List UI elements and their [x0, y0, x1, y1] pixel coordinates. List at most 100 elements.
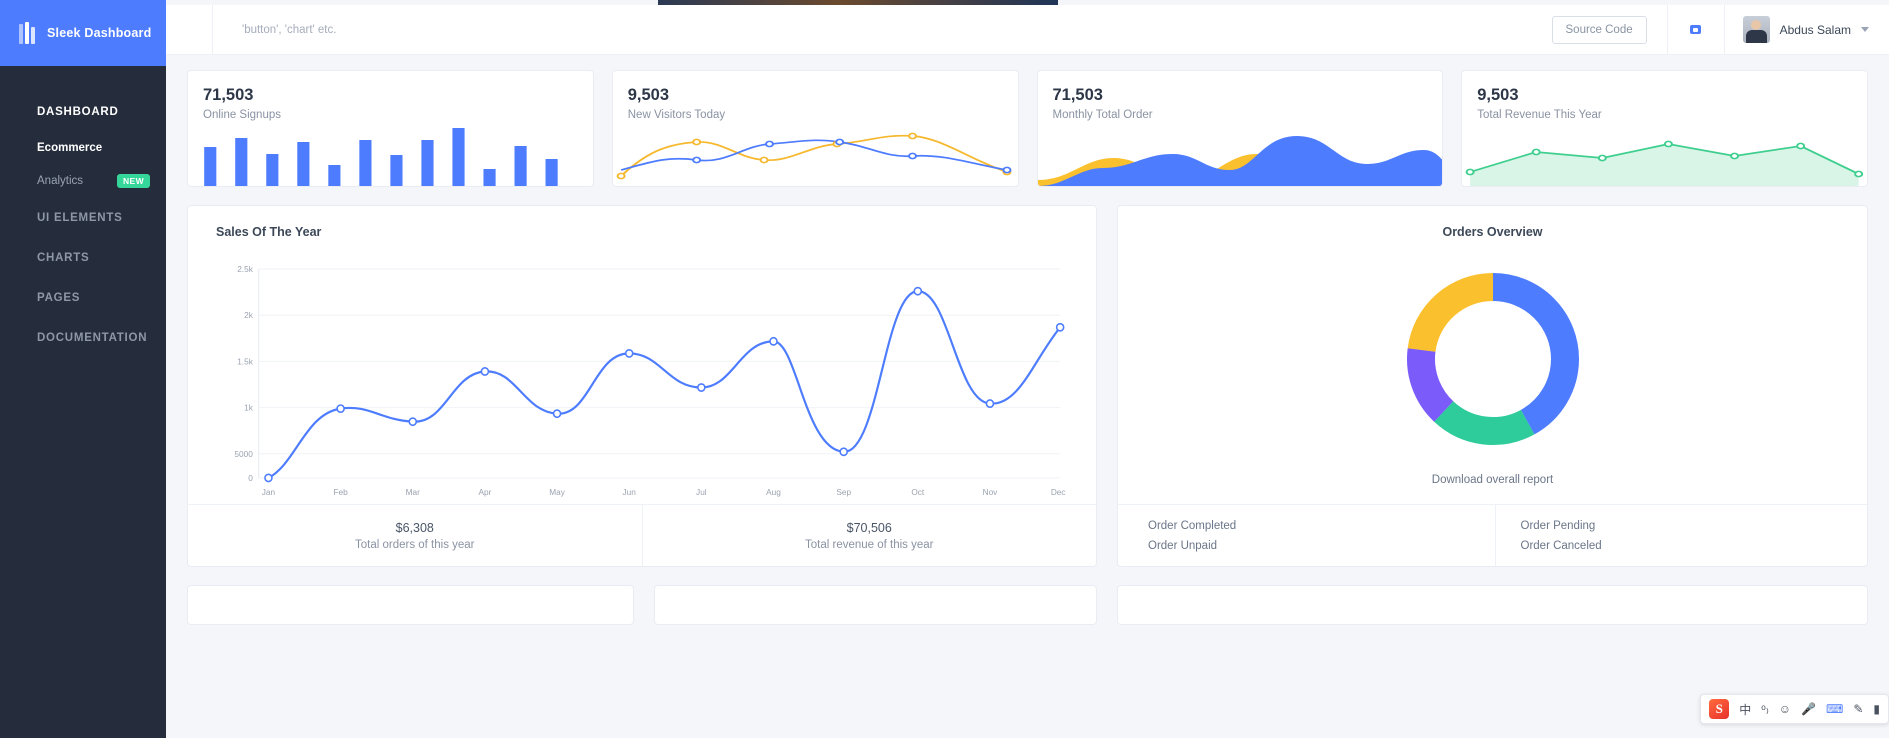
sales-footer: $6,308 Total orders of this year $70,506…: [188, 504, 1096, 566]
page-content: 71,503 Online Signups 9,503 New Visitors…: [166, 55, 1889, 738]
total-revenue-value: $70,506: [846, 520, 892, 535]
svg-text:Jul: Jul: [696, 487, 707, 497]
svg-text:Sep: Sep: [836, 487, 851, 497]
stat-card-monthly-order: 71,503 Monthly Total Order: [1036, 70, 1444, 187]
ime-punctuation-icon[interactable]: ᵒ₎: [1761, 702, 1768, 716]
stat-card-total-revenue: 9,503 Total Revenue This Year: [1461, 70, 1868, 187]
stat-cards-row: 71,503 Online Signups 9,503 New Visitors…: [187, 70, 1868, 187]
total-orders-cell: $6,308 Total orders of this year: [188, 505, 642, 566]
sogou-logo-icon[interactable]: S: [1709, 699, 1730, 719]
sidebar-section-documentation[interactable]: DOCUMENTATION: [0, 318, 166, 358]
bars-logo-icon: [19, 22, 35, 44]
sales-of-the-year-card: Sales Of The Year 2.5k 2k 1.5k 1k 5000 0…: [187, 205, 1097, 567]
dashboard-app: Sleek Dashboard DASHBOARD Ecommerce Anal…: [0, 0, 1889, 738]
ime-toolbar[interactable]: S 中 ᵒ₎ ☺ 🎤 ⌨ ✎ ▮: [1700, 694, 1889, 724]
revenue-area-chart: [1462, 124, 1867, 186]
sales-card-title: Sales Of The Year: [216, 225, 322, 239]
brand-title: Sleek Dashboard: [47, 26, 152, 40]
top-header: Source Code Abdus Salam: [166, 5, 1889, 55]
search-area: [213, 5, 1552, 54]
main-area: Source Code Abdus Salam 71,503 Online Si…: [166, 0, 1889, 738]
sidebar-item-label: Analytics: [37, 175, 84, 187]
message-icon: [1690, 25, 1702, 34]
total-revenue-label: Total revenue of this year: [805, 538, 934, 551]
sidebar-section-ui-elements[interactable]: UI ELEMENTS: [0, 198, 166, 238]
chevron-down-icon: [1861, 27, 1869, 32]
download-report-link[interactable]: Download overall report: [1118, 474, 1867, 504]
svg-text:Mar: Mar: [406, 487, 420, 497]
sidebar-item-label: Ecommerce: [37, 142, 103, 154]
visitors-line-chart: [613, 124, 1018, 186]
ime-keyboard-icon[interactable]: ⌨: [1826, 702, 1843, 716]
messages-button[interactable]: [1666, 5, 1725, 54]
ime-emoji-icon[interactable]: ☺: [1779, 702, 1791, 716]
bottom-card-2: [654, 585, 1097, 625]
svg-text:Feb: Feb: [333, 487, 348, 497]
orders-legend-right: Order Pending Order Canceled: [1494, 505, 1868, 566]
stat-card-online-signups: 71,503 Online Signups: [187, 70, 594, 187]
stat-card-new-visitors: 9,503 New Visitors Today: [611, 70, 1019, 187]
stat-label: Online Signups: [203, 108, 281, 121]
bottom-row: [187, 585, 1868, 625]
user-name: Abdus Salam: [1779, 22, 1851, 37]
sidebar-nav: DASHBOARD Ecommerce Analytics NEW UI ELE…: [0, 66, 166, 358]
total-orders-label: Total orders of this year: [354, 538, 475, 551]
legend-order-pending: Order Pending: [1520, 520, 1596, 532]
svg-text:0: 0: [248, 473, 253, 483]
stat-value: 9,503: [1477, 86, 1519, 104]
sales-line-chart: 2.5k 2k 1.5k 1k 5000 0 Jan Feb Mar Apr M…: [188, 239, 1096, 504]
svg-text:Jan: Jan: [262, 487, 276, 497]
ime-handwriting-icon[interactable]: ✎: [1853, 702, 1863, 716]
legend-order-canceled: Order Canceled: [1520, 539, 1602, 552]
svg-text:1.5k: 1.5k: [237, 356, 253, 366]
ime-microphone-icon[interactable]: 🎤: [1801, 702, 1816, 716]
stat-value: 71,503: [1052, 86, 1103, 104]
orders-area-chart: [1037, 124, 1443, 186]
search-input[interactable]: [242, 23, 662, 36]
svg-text:Oct: Oct: [911, 487, 925, 497]
svg-text:Jun: Jun: [623, 487, 637, 497]
user-menu[interactable]: Abdus Salam: [1725, 5, 1889, 54]
svg-text:2k: 2k: [244, 310, 254, 320]
source-code-cell: Source Code: [1551, 5, 1667, 54]
sidebar-section-dashboard[interactable]: DASHBOARD: [0, 92, 166, 132]
middle-row: Sales Of The Year 2.5k 2k 1.5k 1k 5000 0…: [187, 205, 1868, 567]
svg-text:Dec: Dec: [1051, 487, 1066, 497]
svg-text:Nov: Nov: [983, 487, 999, 497]
orders-card-title: Orders Overview: [1442, 225, 1543, 239]
svg-text:5000: 5000: [234, 449, 253, 459]
sidebar-item-ecommerce[interactable]: Ecommerce: [0, 132, 166, 164]
orders-donut-chart: [1118, 239, 1867, 474]
ime-toolbox-icon[interactable]: ▮: [1873, 702, 1880, 716]
sidebar-section-pages[interactable]: PAGES: [0, 278, 166, 318]
legend-order-completed: Order Completed: [1148, 520, 1237, 532]
orders-legend-left: Order Completed Order Unpaid: [1118, 505, 1495, 566]
ime-language-icon[interactable]: 中: [1739, 701, 1751, 718]
new-badge: NEW: [116, 174, 150, 188]
bottom-card-1: [187, 585, 634, 625]
total-revenue-cell: $70,506 Total revenue of this year: [641, 505, 1097, 566]
total-orders-value: $6,308: [395, 520, 434, 535]
top-banner-strip: [166, 0, 1889, 5]
orders-footer: Order Completed Order Unpaid Order Pendi…: [1118, 504, 1867, 566]
source-code-button[interactable]: Source Code: [1551, 15, 1647, 44]
orders-overview-card: Orders Overview Download overall report …: [1117, 205, 1868, 567]
stat-label: New Visitors Today: [627, 108, 726, 121]
stat-value: 9,503: [627, 86, 670, 104]
svg-text:Apr: Apr: [478, 487, 491, 497]
avatar: [1742, 16, 1770, 43]
svg-text:2.5k: 2.5k: [237, 264, 253, 274]
svg-text:May: May: [549, 487, 565, 497]
legend-order-unpaid: Order Unpaid: [1148, 539, 1218, 552]
brand-logo-area[interactable]: Sleek Dashboard: [0, 0, 166, 66]
signups-bar-chart: [188, 124, 593, 186]
sidebar-section-charts[interactable]: CHARTS: [0, 238, 166, 278]
bottom-card-3: [1117, 585, 1868, 625]
stat-value: 71,503: [203, 86, 254, 104]
svg-text:1k: 1k: [244, 403, 254, 413]
svg-text:Aug: Aug: [766, 487, 781, 497]
stat-label: Monthly Total Order: [1052, 108, 1153, 121]
stat-label: Total Revenue This Year: [1477, 108, 1602, 121]
sidebar: Sleek Dashboard DASHBOARD Ecommerce Anal…: [0, 0, 166, 738]
sidebar-item-analytics[interactable]: Analytics NEW: [0, 164, 166, 198]
